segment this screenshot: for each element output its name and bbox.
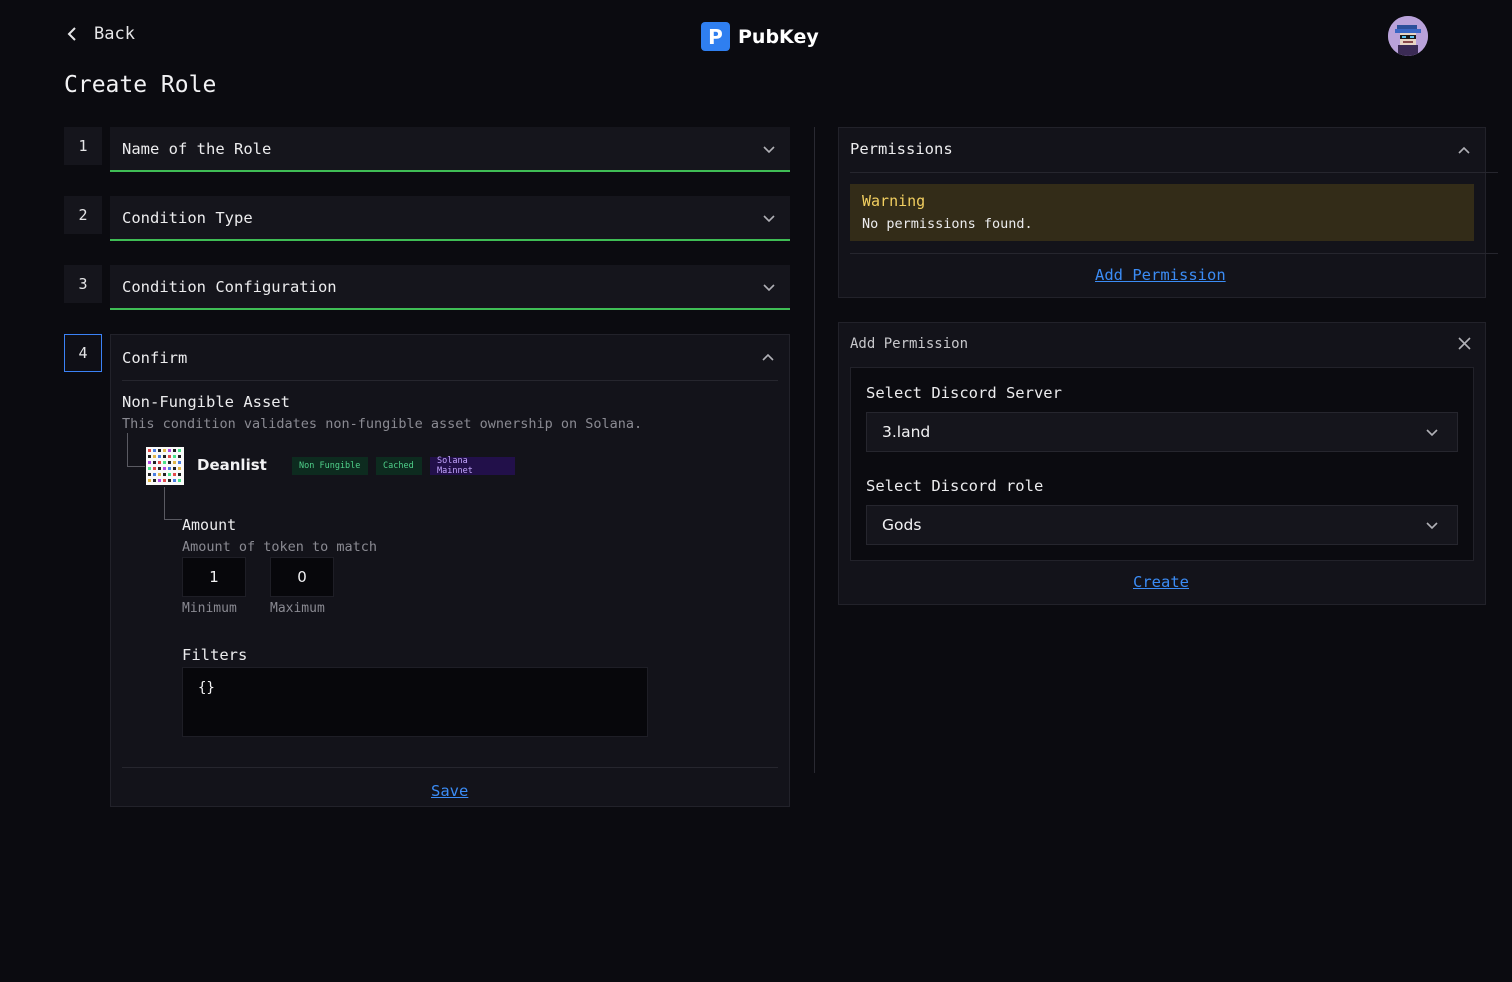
tree-line (164, 519, 182, 520)
step-number-2: 2 (64, 196, 102, 234)
tree-line (127, 466, 145, 467)
warning-title: Warning (862, 192, 926, 210)
step-label: Condition Configuration (122, 277, 337, 296)
tag-solana-mainnet: Solana Mainnet (430, 456, 515, 476)
tree-line (127, 433, 128, 467)
divider (850, 172, 1498, 173)
role-label: Select Discord role (866, 477, 1044, 495)
filters-title: Filters (182, 646, 248, 664)
minimum-label: Minimum (182, 601, 237, 616)
chevron-down-icon (1426, 522, 1438, 530)
create-button[interactable]: Create (1133, 573, 1189, 591)
divider (122, 380, 778, 381)
save-button[interactable]: Save (431, 782, 468, 800)
confirm-panel: Confirm Non-Fungible Asset This conditio… (110, 334, 790, 807)
condition-description: This condition validates non-fungible as… (122, 416, 643, 432)
pubkey-logo: P PubKey (701, 22, 819, 51)
add-permission-button[interactable]: Add Permission (1095, 266, 1226, 284)
amount-title: Amount (182, 516, 237, 534)
vertical-separator (814, 127, 815, 773)
permissions-panel: Permissions Warning No permissions found… (838, 127, 1498, 298)
server-label: Select Discord Server (866, 384, 1062, 402)
chevron-down-icon (1426, 429, 1438, 437)
condition-title: Non-Fungible Asset (122, 393, 290, 411)
chevron-up-icon[interactable] (1457, 144, 1471, 158)
step-condition-type[interactable]: Condition Type (110, 196, 790, 241)
chevron-left-icon (67, 27, 76, 41)
chevron-down-icon (763, 145, 775, 153)
tag-cached: Cached (376, 457, 422, 475)
add-permission-panel: Add Permission Select Discord Server 3.l… (838, 322, 1486, 605)
role-value: Gods (882, 516, 922, 534)
chevron-up-icon (762, 353, 774, 361)
back-button[interactable]: Back (66, 24, 135, 44)
step-number-1: 1 (64, 127, 102, 165)
step-name-of-role[interactable]: Name of the Role (110, 127, 790, 172)
step-label: Confirm (122, 348, 188, 367)
step-label: Condition Type (122, 208, 253, 227)
permissions-title: Permissions (850, 140, 953, 158)
step-confirm[interactable]: Confirm (111, 335, 789, 380)
warning-text: No permissions found. (862, 216, 1033, 232)
logo-name: PubKey (738, 25, 819, 48)
discord-role-select[interactable]: Gods (866, 505, 1458, 545)
tag-non-fungible: Non Fungible (292, 457, 368, 475)
logo-mark: P (701, 22, 730, 51)
close-icon[interactable] (1458, 337, 1471, 350)
amount-description: Amount of token to match (182, 539, 378, 555)
server-value: 3.land (882, 423, 931, 441)
nft-collection-image (146, 447, 184, 485)
add-permission-title: Add Permission (850, 336, 969, 352)
step-label: Name of the Role (122, 139, 272, 158)
back-label: Back (94, 24, 135, 44)
divider (850, 253, 1498, 254)
minimum-input[interactable]: 1 (182, 557, 246, 597)
step-condition-configuration[interactable]: Condition Configuration (110, 265, 790, 310)
step-number-3: 3 (64, 265, 102, 303)
avatar-pixel-icon (1388, 16, 1428, 56)
chevron-down-icon (763, 283, 775, 291)
chevron-down-icon (763, 214, 775, 222)
asset-name: Deanlist (197, 456, 267, 474)
step-number-4: 4 (64, 334, 102, 372)
tree-line (164, 487, 165, 520)
page-title: Create Role (64, 72, 217, 98)
maximum-input[interactable]: 0 (270, 557, 334, 597)
warning-alert: Warning No permissions found. (850, 184, 1474, 241)
divider (122, 767, 778, 768)
filters-input[interactable]: {} (182, 667, 648, 737)
discord-server-select[interactable]: 3.land (866, 412, 1458, 452)
permission-form: Select Discord Server 3.land Select Disc… (850, 367, 1474, 561)
user-avatar-icon[interactable] (1388, 16, 1428, 56)
maximum-label: Maximum (270, 601, 325, 616)
